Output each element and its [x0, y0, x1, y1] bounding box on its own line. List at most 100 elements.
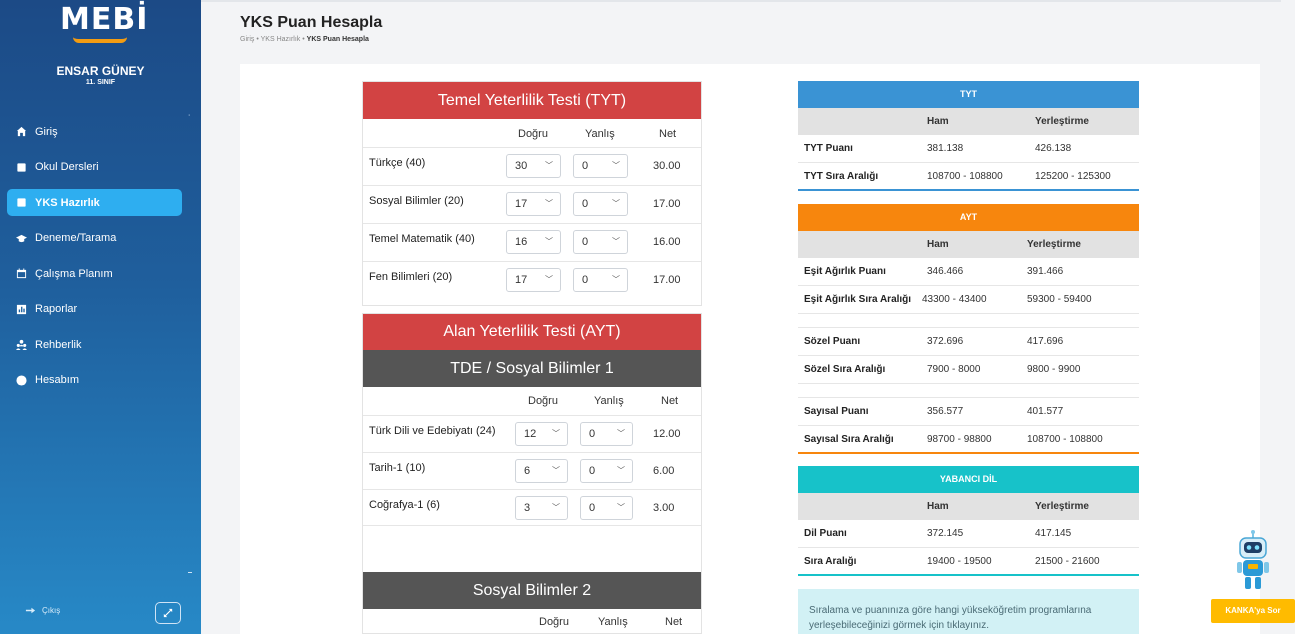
fullscreen-button[interactable] [155, 602, 181, 624]
dogru-select[interactable]: 6 ﹀ [515, 459, 568, 483]
result-ham: 43300 - 43400 [922, 294, 987, 305]
ayt-row: Türk Dili ve Edebiyatı (24) 12 ﹀ 0 ﹀ 12.00 [363, 415, 701, 452]
kanka-ask-button[interactable]: KANKA'ya Sor [1211, 599, 1295, 623]
result-ham: 19400 - 19500 [927, 556, 992, 567]
yanlis-select[interactable]: 0 ﹀ [580, 422, 633, 446]
col-yerlestirme: Yerleştirme [1027, 239, 1081, 250]
dogru-value: 12 [524, 428, 537, 440]
book-icon [15, 197, 27, 209]
result-label: Sözel Puanı [804, 336, 861, 347]
tyt-header: Temel Yeterlilik Testi (TYT) [363, 82, 701, 119]
result-ham: 372.696 [927, 336, 964, 347]
sidebar-item-yks-hazirlik[interactable]: YKS Hazırlık [7, 189, 182, 216]
yanlis-select[interactable]: 0 ﹀ [580, 459, 633, 483]
ydil-results-subheader: Ham Yerleştirme [798, 493, 1139, 520]
tyt-row: Fen Bilimleri (20) 17 ﹀ 0 ﹀ 17.00 [363, 261, 701, 299]
net-value: 16.00 [653, 236, 681, 248]
program-info-link[interactable]: Sıralama ve puanınıza göre hangi yüksekö… [798, 589, 1139, 634]
sidebar-item-rehberlik[interactable]: Rehberlik [7, 331, 182, 358]
chevron-down-icon: ﹀ [552, 429, 560, 438]
dogru-select[interactable]: 3 ﹀ [515, 496, 568, 520]
col-ham: Ham [927, 239, 949, 250]
tyt-col-net: Net [659, 128, 677, 140]
yanlis-value: 0 [589, 465, 596, 477]
graduation-cap-icon [15, 232, 27, 244]
ayt-s2-col-yanlis: Yanlış [598, 616, 628, 628]
ayt-header: Alan Yeterlilik Testi (AYT) [363, 314, 701, 350]
result-row: Eşit Ağırlık Sıra Aralığı 43300 - 43400 … [798, 286, 1139, 314]
home-icon [15, 126, 27, 138]
dogru-select[interactable]: 16 ﹀ [506, 230, 561, 254]
result-ham: 381.138 [927, 143, 964, 154]
col-ham: Ham [927, 116, 949, 127]
logout-label: Çıkış [42, 606, 61, 615]
sidebar-item-hesabim[interactable]: Hesabım [7, 367, 182, 394]
yanlis-select[interactable]: 0 ﹀ [573, 192, 628, 216]
yanlis-value: 0 [589, 428, 596, 440]
breadcrumb-yks-hazirlik[interactable]: YKS Hazırlık [261, 36, 301, 43]
yanlis-select[interactable]: 0 ﹀ [573, 230, 628, 254]
sidebar-item-giris[interactable]: Giriş [7, 118, 182, 145]
net-value: 30.00 [653, 160, 681, 172]
sidebar-item-label: Giriş [35, 125, 58, 138]
net-value: 17.00 [653, 274, 681, 286]
net-value: 6.00 [653, 465, 675, 477]
dogru-value: 17 [515, 198, 528, 210]
sidebar-item-label: Deneme/Tarama [35, 232, 117, 244]
logout-icon [25, 607, 36, 614]
sidebar-item-deneme-tarama[interactable]: Deneme/Tarama [7, 225, 182, 252]
net-value: 17.00 [653, 198, 681, 210]
ayt-col-net: Net [661, 395, 679, 407]
ayt-results-header: AYT [798, 204, 1139, 231]
result-row: Sayısal Sıra Aralığı 98700 - 98800 10870… [798, 426, 1139, 454]
dogru-select[interactable]: 17 ﹀ [506, 268, 561, 292]
net-value: 3.00 [653, 502, 675, 514]
ayt-section1-header: TDE / Sosyal Bilimler 1 [363, 350, 701, 387]
subject-label: Temel Matematik (40) [369, 233, 475, 245]
ayt-panel: Alan Yeterlilik Testi (AYT) TDE / Sosyal… [362, 313, 702, 634]
sidebar-item-okul-dersleri[interactable]: Okul Dersleri [7, 154, 182, 181]
result-yerlestirme: 417.696 [1027, 336, 1064, 347]
sidebar-divider [188, 572, 192, 573]
result-row: Sözel Sıra Aralığı 7900 - 8000 9800 - 99… [798, 356, 1139, 384]
result-ham: 372.145 [927, 528, 964, 539]
sidebar-item-label: YKS Hazırlık [35, 196, 100, 209]
result-spacer [798, 314, 1139, 328]
sidebar-item-label: Rehberlik [35, 338, 82, 351]
tyt-row: Türkçe (40) 30 ﹀ 0 ﹀ 30.00 [363, 147, 701, 185]
dogru-select[interactable]: 17 ﹀ [506, 192, 561, 216]
tyt-row: Sosyal Bilimler (20) 17 ﹀ 0 ﹀ 17.00 [363, 185, 701, 223]
yanlis-value: 0 [582, 198, 589, 210]
logo-smile-icon [73, 37, 127, 43]
book-icon [15, 161, 27, 173]
tyt-col-dogru: Doğru [518, 128, 548, 140]
result-yerlestirme: 426.138 [1035, 143, 1072, 154]
sidebar-collapse-indicator[interactable]: ˙ [188, 114, 191, 125]
dogru-select[interactable]: 12 ﹀ [515, 422, 568, 446]
subject-label: Türk Dili ve Edebiyatı (24) [369, 425, 496, 437]
result-label: TYT Sıra Aralığı [804, 171, 879, 182]
yanlis-select[interactable]: 0 ﹀ [573, 154, 628, 178]
result-label: TYT Puanı [804, 143, 853, 154]
logout-button[interactable]: Çıkış [25, 605, 60, 616]
col-ham: Ham [927, 501, 949, 512]
top-border [201, 0, 1281, 2]
chevron-down-icon: ﹀ [552, 466, 560, 475]
mebi-logo[interactable]: MEBİ [60, 4, 147, 44]
sidebar-item-calisma-planim[interactable]: Çalışma Planım [7, 260, 182, 287]
chevron-down-icon: ﹀ [617, 429, 625, 438]
ayt-s2-col-net: Net [665, 616, 683, 628]
ydil-results: YABANCI DİL Ham Yerleştirme Dil Puanı 37… [798, 466, 1139, 576]
sidebar-item-raporlar[interactable]: Raporlar [7, 296, 182, 323]
result-row: Sayısal Puanı 356.577 401.577 [798, 398, 1139, 426]
dogru-select[interactable]: 30 ﹀ [506, 154, 561, 178]
result-row: TYT Sıra Aralığı 108700 - 108800 125200 … [798, 163, 1139, 191]
yanlis-select[interactable]: 0 ﹀ [580, 496, 633, 520]
subject-label: Tarih-1 (10) [369, 462, 426, 474]
result-ham: 346.466 [927, 266, 964, 277]
chevron-down-icon: ﹀ [617, 466, 625, 475]
yanlis-select[interactable]: 0 ﹀ [573, 268, 628, 292]
breadcrumb-giris[interactable]: Giriş [240, 36, 254, 43]
robot-assistant-icon[interactable] [1234, 530, 1272, 592]
calendar-icon [15, 268, 27, 280]
